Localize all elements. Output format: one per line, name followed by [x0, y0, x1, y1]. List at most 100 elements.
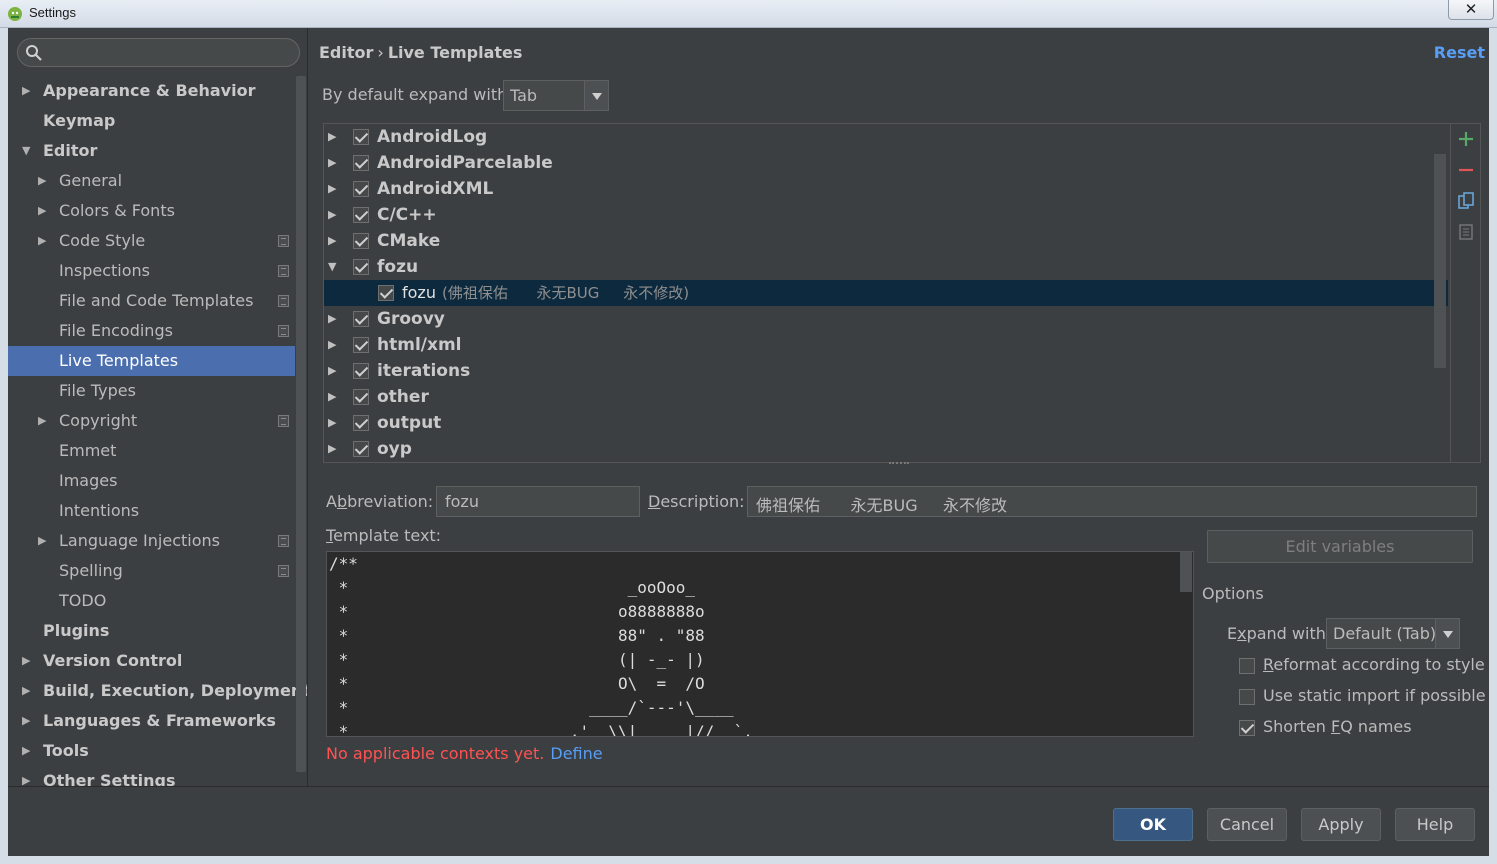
- collapsed-arrow-icon[interactable]: ▶: [22, 706, 30, 736]
- copy-icon[interactable]: [1457, 192, 1475, 210]
- options-expand-select[interactable]: Default (Tab): [1326, 618, 1460, 649]
- expanded-arrow-icon[interactable]: ▼: [22, 136, 30, 166]
- sidebar-item-file-and-code-templates[interactable]: File and Code Templates: [8, 286, 295, 316]
- sidebar-item-file-encodings[interactable]: File Encodings: [8, 316, 295, 346]
- define-context-link[interactable]: Define: [550, 744, 602, 763]
- sidebar-item-general[interactable]: ▶ General: [8, 166, 295, 196]
- collapsed-arrow-icon[interactable]: ▶: [38, 166, 46, 196]
- splitter-handle[interactable]: [889, 462, 909, 468]
- collapsed-arrow-icon[interactable]: ▶: [22, 676, 30, 706]
- sidebar-item-appearance-behavior[interactable]: ▶ Appearance & Behavior: [8, 76, 295, 106]
- template-group[interactable]: ▶ oyp: [324, 436, 1448, 462]
- sidebar-item-images[interactable]: Images: [8, 466, 295, 496]
- help-button[interactable]: Help: [1395, 808, 1475, 841]
- expanded-arrow-icon[interactable]: ▼: [328, 254, 336, 280]
- template-group[interactable]: ▶ AndroidLog: [324, 124, 1448, 150]
- collapsed-arrow-icon[interactable]: ▶: [38, 526, 46, 556]
- reset-link[interactable]: Reset: [1434, 43, 1485, 62]
- collapsed-arrow-icon[interactable]: ▶: [328, 410, 336, 436]
- close-window-button[interactable]: ✕: [1448, 0, 1494, 20]
- collapsed-arrow-icon[interactable]: ▶: [328, 202, 336, 228]
- collapsed-arrow-icon[interactable]: ▶: [328, 332, 336, 358]
- sidebar-item-spelling[interactable]: Spelling: [8, 556, 295, 586]
- sidebar-item-intentions[interactable]: Intentions: [8, 496, 295, 526]
- sidebar-item-live-templates[interactable]: Live Templates: [8, 346, 295, 376]
- shorten-fq-checkbox[interactable]: [1239, 720, 1255, 736]
- reformat-checkbox[interactable]: [1239, 658, 1255, 674]
- template-enabled-checkbox[interactable]: [353, 441, 369, 457]
- template-enabled-checkbox[interactable]: [353, 207, 369, 223]
- template-group[interactable]: ▶ AndroidXML: [324, 176, 1448, 202]
- cancel-button[interactable]: Cancel: [1207, 808, 1287, 841]
- collapsed-arrow-icon[interactable]: ▶: [328, 124, 336, 150]
- collapsed-arrow-icon[interactable]: ▶: [38, 196, 46, 226]
- sidebar-item-languages-frameworks[interactable]: ▶ Languages & Frameworks: [8, 706, 295, 736]
- search-input[interactable]: [17, 38, 300, 67]
- template-group[interactable]: ▶ html/xml: [324, 332, 1448, 358]
- collapsed-arrow-icon[interactable]: ▶: [328, 306, 336, 332]
- template-group[interactable]: ▶ Groovy: [324, 306, 1448, 332]
- collapsed-arrow-icon[interactable]: ▶: [22, 766, 30, 786]
- sidebar-item-emmet[interactable]: Emmet: [8, 436, 295, 466]
- sidebar-item-version-control[interactable]: ▶ Version Control: [8, 646, 295, 676]
- sidebar-item-editor[interactable]: ▼ Editor: [8, 136, 295, 166]
- template-text-editor[interactable]: /** * _ooOoo_ * o8888888o * 88" . "88 * …: [326, 551, 1194, 737]
- chevron-down-icon[interactable]: [1435, 619, 1459, 648]
- sidebar-item-code-style[interactable]: ▶ Code Style: [8, 226, 295, 256]
- sidebar-item-keymap[interactable]: Keymap: [8, 106, 295, 136]
- collapsed-arrow-icon[interactable]: ▶: [22, 76, 30, 106]
- template-enabled-checkbox[interactable]: [353, 363, 369, 379]
- template-group[interactable]: ▼ fozu: [324, 254, 1448, 280]
- template-enabled-checkbox[interactable]: [353, 415, 369, 431]
- sidebar-item-other-settings[interactable]: ▶ Other Settings: [8, 766, 295, 786]
- remove-icon[interactable]: [1457, 161, 1475, 179]
- sidebar-item-tools[interactable]: ▶ Tools: [8, 736, 295, 766]
- sidebar-item-inspections[interactable]: Inspections: [8, 256, 295, 286]
- sidebar-item-plugins[interactable]: Plugins: [8, 616, 295, 646]
- template-enabled-checkbox[interactable]: [353, 155, 369, 171]
- collapsed-arrow-icon[interactable]: ▶: [328, 436, 336, 462]
- collapsed-arrow-icon[interactable]: ▶: [328, 150, 336, 176]
- editor-scrollbar[interactable]: [1180, 552, 1192, 592]
- collapsed-arrow-icon[interactable]: ▶: [328, 358, 336, 384]
- apply-button[interactable]: Apply: [1301, 808, 1381, 841]
- collapsed-arrow-icon[interactable]: ▶: [38, 406, 46, 436]
- collapsed-arrow-icon[interactable]: ▶: [328, 228, 336, 254]
- edit-variables-button[interactable]: Edit variables: [1207, 530, 1473, 563]
- ok-button[interactable]: OK: [1113, 808, 1193, 841]
- collapsed-arrow-icon[interactable]: ▶: [328, 384, 336, 410]
- template-enabled-checkbox[interactable]: [353, 259, 369, 275]
- template-group[interactable]: ▶ C/C++: [324, 202, 1448, 228]
- collapsed-arrow-icon[interactable]: ▶: [38, 226, 46, 256]
- template-group[interactable]: ▶ AndroidParcelable: [324, 150, 1448, 176]
- template-enabled-checkbox[interactable]: [353, 389, 369, 405]
- sidebar-item-file-types[interactable]: File Types: [8, 376, 295, 406]
- template-enabled-checkbox[interactable]: [353, 181, 369, 197]
- sidebar-item-build-execution-deployment[interactable]: ▶ Build, Execution, Deployment: [8, 676, 307, 706]
- template-group[interactable]: ▶ iterations: [324, 358, 1448, 384]
- restore-icon[interactable]: [1457, 223, 1475, 241]
- template-enabled-checkbox[interactable]: [353, 129, 369, 145]
- sidebar-item-copyright[interactable]: ▶ Copyright: [8, 406, 295, 436]
- collapsed-arrow-icon[interactable]: ▶: [22, 646, 30, 676]
- template-enabled-checkbox[interactable]: [353, 337, 369, 353]
- template-group[interactable]: ▶ CMake: [324, 228, 1448, 254]
- template-enabled-checkbox[interactable]: [353, 311, 369, 327]
- sidebar-item-todo[interactable]: TODO: [8, 586, 295, 616]
- template-item[interactable]: fozu (佛祖保佑 永无BUG 永不修改): [324, 280, 1448, 306]
- abbreviation-field[interactable]: fozu: [436, 486, 640, 517]
- template-list-scrollbar[interactable]: [1434, 154, 1446, 368]
- template-enabled-checkbox[interactable]: [353, 233, 369, 249]
- description-field[interactable]: 佛祖保佑 永无BUG 永不修改: [747, 486, 1477, 517]
- collapsed-arrow-icon[interactable]: ▶: [22, 736, 30, 766]
- chevron-down-icon[interactable]: [584, 81, 608, 110]
- template-group[interactable]: ▶ other: [324, 384, 1448, 410]
- default-expand-select[interactable]: Tab: [503, 80, 609, 111]
- sidebar-scrollbar[interactable]: [296, 76, 306, 772]
- sidebar-item-language-injections[interactable]: ▶ Language Injections: [8, 526, 295, 556]
- add-icon[interactable]: [1457, 130, 1475, 148]
- collapsed-arrow-icon[interactable]: ▶: [328, 176, 336, 202]
- template-group[interactable]: ▶ output: [324, 410, 1448, 436]
- sidebar-item-colors-fonts[interactable]: ▶ Colors & Fonts: [8, 196, 295, 226]
- template-enabled-checkbox[interactable]: [378, 285, 394, 301]
